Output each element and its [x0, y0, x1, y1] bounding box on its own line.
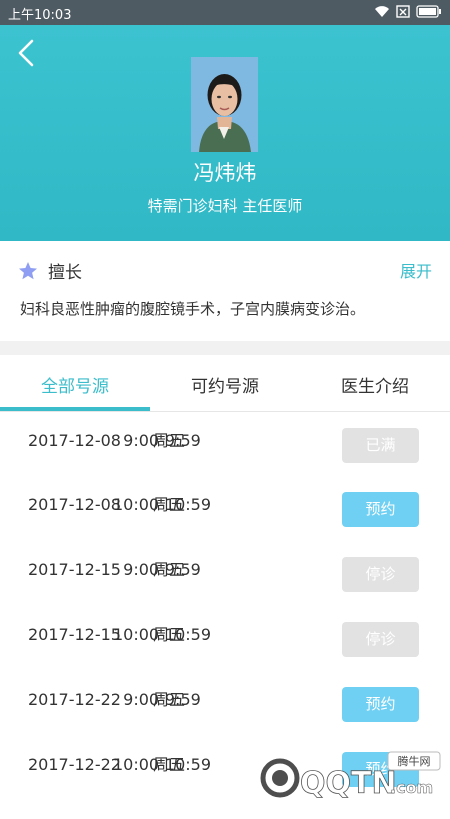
tab-doctor-intro[interactable]: 医生介绍 — [300, 372, 450, 397]
star-icon — [19, 262, 37, 280]
slot-suspended-button: 停诊 — [342, 622, 419, 657]
slot-time: 9:00-9:59 — [123, 560, 201, 579]
schedule-row: 2017-12-15 周五 10:00-10:59 停诊 — [0, 622, 450, 689]
slot-time: 10:00-10:59 — [113, 625, 211, 644]
doctor-photo — [191, 57, 258, 152]
doctor-title: 特需门诊妇科 主任医师 — [147, 197, 303, 215]
schedule-row: 2017-12-08 周五 9:00-9:59 已满 — [0, 428, 450, 495]
expertise-text: 妇科良恶性肿瘤的腹腔镜手术，子宫内膜病变诊治。 — [20, 300, 366, 318]
tab-available-slots[interactable]: 可约号源 — [150, 372, 300, 397]
expertise-label: 擅长 — [48, 263, 82, 283]
watermark-logo: QQTN .com 腾牛网 — [260, 751, 441, 800]
doctor-header: 冯炜炜 特需门诊妇科 主任医师 — [0, 25, 450, 241]
slot-time: 9:00-9:59 — [123, 690, 201, 709]
schedule-row: 2017-12-08 周五 10:00-10:59 预约 — [0, 492, 450, 559]
back-arrow-icon[interactable] — [14, 37, 40, 69]
slot-time: 9:00-9:59 — [123, 431, 201, 450]
schedule-row: 2017-12-15 周五 9:00-9:59 停诊 — [0, 557, 450, 624]
tab-bar: 全部号源 可约号源 医生介绍 — [0, 355, 450, 412]
book-button[interactable]: 预约 — [342, 492, 419, 527]
schedule-row: 2017-12-22 周五 9:00-9:59 预约 — [0, 687, 450, 754]
book-button[interactable]: 预约 — [342, 687, 419, 722]
slot-time: 10:00-10:59 — [113, 495, 211, 514]
watermark-badge: 腾牛网 — [398, 754, 431, 768]
watermark-brand: QQTN — [300, 766, 397, 800]
slot-suspended-button: 停诊 — [342, 557, 419, 592]
expand-button[interactable]: 展开 — [400, 258, 432, 282]
status-time: 上午10:03 — [8, 8, 72, 23]
active-tab-indicator — [0, 407, 150, 411]
expertise-section: 擅长 展开 妇科良恶性肿瘤的腹腔镜手术，子宫内膜病变诊治。 — [0, 241, 450, 341]
no-sim-icon — [396, 5, 410, 18]
slot-full-button: 已满 — [342, 428, 419, 463]
watermark-suffix: .com — [390, 778, 433, 797]
tab-all-slots[interactable]: 全部号源 — [0, 372, 150, 397]
doctor-name: 冯炜炜 — [193, 161, 257, 185]
battery-icon — [416, 5, 441, 18]
section-divider — [0, 341, 450, 355]
wifi-icon — [375, 6, 389, 17]
status-icons — [374, 5, 442, 18]
status-bar: 上午10:03 — [0, 0, 450, 25]
